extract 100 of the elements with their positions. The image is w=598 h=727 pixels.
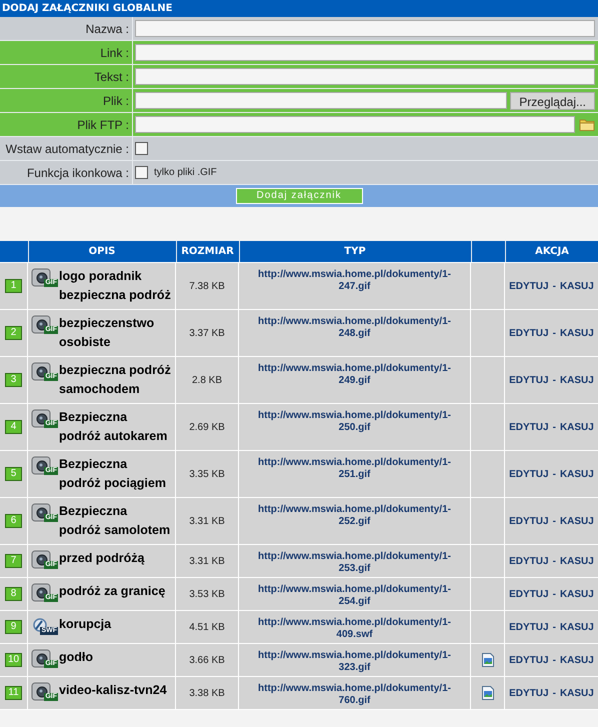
- file-link[interactable]: http://www.mswia.home.pl/dokumenty/1-251.gif: [244, 457, 466, 481]
- delete-link[interactable]: KASUJ: [560, 686, 594, 700]
- file-size: 3.31 KB: [189, 554, 225, 568]
- attachment-name: Bezpieczna podróż samolotem: [59, 503, 172, 539]
- row-number: 11: [5, 686, 22, 700]
- delete-link[interactable]: KASUJ: [560, 620, 594, 634]
- field-label: Wstaw automatycznie :: [6, 140, 129, 158]
- attachment-name: przed podróżą: [59, 550, 146, 567]
- file-size: 3.53 KB: [189, 588, 225, 602]
- ftp-path-field[interactable]: [135, 116, 575, 133]
- file-size: 3.31 KB: [189, 514, 225, 528]
- column-header: TYP: [239, 241, 470, 262]
- checkbox-hint: tylko pliki .GIF: [154, 166, 217, 180]
- attachment-name: Bezpieczna podróż pociągiem: [59, 456, 167, 492]
- image-file-icon[interactable]: [482, 653, 494, 667]
- link-separator: -: [552, 280, 556, 294]
- edit-link[interactable]: EDYTUJ: [509, 586, 549, 602]
- link-separator: -: [552, 588, 556, 602]
- link-separator: -: [552, 654, 556, 668]
- link-separator: -: [552, 620, 556, 634]
- delete-link[interactable]: KASUJ: [560, 278, 594, 294]
- attachment-name: godło: [59, 649, 94, 666]
- text-field[interactable]: [135, 20, 595, 37]
- file-link[interactable]: http://www.mswia.home.pl/dokumenty/1-249.gif: [244, 363, 466, 387]
- link-separator: -: [552, 554, 556, 568]
- file-size: 4.51 KB: [189, 620, 225, 634]
- file-size: 3.35 KB: [189, 468, 225, 482]
- text-field[interactable]: [135, 68, 595, 85]
- row-number: 9: [5, 620, 22, 634]
- link-separator: -: [552, 514, 556, 528]
- row-number: 8: [5, 587, 22, 601]
- column-header: AKCJA: [505, 241, 598, 262]
- delete-link[interactable]: KASUJ: [560, 586, 594, 602]
- file-link[interactable]: http://www.mswia.home.pl/dokumenty/1-252.gif: [244, 504, 466, 528]
- attachment-name: logo poradnik bezpieczna podróż: [59, 268, 172, 304]
- attachment-name: korupcja: [59, 616, 112, 633]
- delete-link[interactable]: KASUJ: [560, 554, 594, 568]
- delete-link[interactable]: KASUJ: [560, 326, 594, 340]
- link-separator: -: [552, 468, 556, 482]
- edit-link[interactable]: EDYTUJ: [509, 278, 549, 294]
- file-size: 3.37 KB: [189, 326, 225, 340]
- link-separator: -: [552, 686, 556, 700]
- file-link[interactable]: http://www.mswia.home.pl/dokumenty/1-253.gif: [244, 551, 466, 575]
- row-number: 3: [5, 373, 22, 387]
- field-label: Nazwa :: [86, 20, 129, 38]
- attachment-name: Bezpieczna podróż autokarem: [59, 409, 168, 445]
- edit-link[interactable]: EDYTUJ: [509, 620, 549, 634]
- edit-link[interactable]: EDYTUJ: [509, 326, 549, 340]
- field-label: Link :: [100, 44, 129, 62]
- row-number: 6: [5, 514, 22, 528]
- row-number: 7: [5, 554, 22, 568]
- field-label: Tekst :: [94, 68, 129, 86]
- file-size: 3.38 KB: [189, 686, 225, 700]
- delete-link[interactable]: KASUJ: [560, 652, 594, 668]
- text-field[interactable]: [135, 44, 595, 61]
- row-number: 10: [4, 653, 22, 667]
- edit-link[interactable]: EDYTUJ: [509, 652, 549, 668]
- field-label: Plik :: [102, 92, 129, 110]
- browse-button[interactable]: Przeglądaj...: [510, 92, 595, 110]
- delete-link[interactable]: KASUJ: [560, 372, 594, 388]
- row-number: 2: [5, 326, 22, 340]
- edit-link[interactable]: EDYTUJ: [509, 466, 549, 482]
- file-size: 3.66 KB: [189, 654, 225, 668]
- file-link[interactable]: http://www.mswia.home.pl/dokumenty/1-247.gif: [244, 269, 466, 293]
- row-number: 4: [5, 420, 22, 434]
- delete-link[interactable]: KASUJ: [560, 514, 594, 528]
- file-link[interactable]: http://www.mswia.home.pl/dokumenty/1-323.gif: [244, 650, 466, 674]
- row-number: 5: [5, 467, 22, 481]
- folder-icon[interactable]: [579, 118, 595, 131]
- edit-link[interactable]: EDYTUJ: [509, 420, 549, 434]
- attachment-name: bezpieczna podróż samochodem: [59, 362, 172, 398]
- file-link[interactable]: http://www.mswia.home.pl/dokumenty/1-760.gif: [244, 683, 466, 707]
- file-link[interactable]: http://www.mswia.home.pl/dokumenty/1-250.gif: [244, 410, 466, 434]
- link-separator: -: [552, 374, 556, 388]
- file-link[interactable]: http://www.mswia.home.pl/dokumenty/1-254.gif: [244, 584, 466, 608]
- row-number: 1: [5, 279, 22, 293]
- link-separator: -: [552, 326, 556, 340]
- column-header: ROZMIAR: [176, 241, 238, 262]
- edit-link[interactable]: EDYTUJ: [509, 372, 549, 388]
- file-link[interactable]: http://www.mswia.home.pl/dokumenty/1-248.gif: [244, 316, 466, 340]
- delete-link[interactable]: KASUJ: [560, 466, 594, 482]
- link-separator: -: [552, 420, 556, 434]
- image-file-icon[interactable]: [482, 686, 494, 700]
- delete-link[interactable]: KASUJ: [560, 420, 594, 434]
- file-size: 2.69 KB: [189, 420, 225, 434]
- field-label: Plik FTP :: [77, 116, 129, 134]
- attachment-name: podróż za granicę: [59, 583, 166, 600]
- edit-link[interactable]: EDYTUJ: [509, 514, 549, 528]
- column-header: OPIS: [28, 241, 175, 262]
- edit-link[interactable]: EDYTUJ: [509, 686, 549, 700]
- attachment-name: video-kalisz-tvn24: [59, 682, 168, 699]
- file-size: 2.8 KB: [192, 374, 222, 388]
- edit-link[interactable]: EDYTUJ: [509, 554, 549, 568]
- file-size: 7.38 KB: [189, 280, 225, 294]
- checkbox[interactable]: [135, 142, 148, 155]
- checkbox[interactable]: [135, 166, 148, 179]
- file-path-field[interactable]: [135, 92, 508, 109]
- field-label: Funkcja ikonkowa :: [26, 164, 129, 182]
- file-link[interactable]: http://www.mswia.home.pl/dokumenty/1-409.swf: [244, 617, 466, 641]
- form-title: DODAJ ZAŁĄCZNIKI GLOBALNE: [0, 0, 598, 17]
